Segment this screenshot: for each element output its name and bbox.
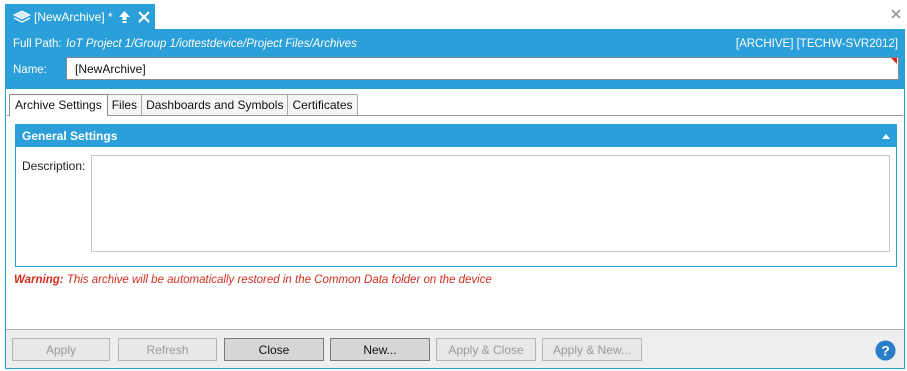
tab-title: [NewArchive] * [34, 9, 113, 24]
tab-dashboards-and-symbols[interactable]: Dashboards and Symbols [141, 94, 289, 115]
pin-up-icon[interactable] [118, 10, 131, 24]
document-tab[interactable]: [NewArchive] * [5, 4, 155, 29]
archive-settings-panel: General Settings Description: Warning: T… [7, 115, 903, 327]
warning-message: Warning: This archive will be automatica… [14, 274, 492, 286]
chevron-up-icon[interactable] [882, 133, 890, 139]
tab-archive-settings[interactable]: Archive Settings [9, 94, 108, 116]
apply-and-new-button[interactable]: Apply & New... [542, 338, 642, 361]
general-settings-group: General Settings Description: [15, 124, 897, 267]
layers-icon [13, 9, 31, 23]
apply-button[interactable]: Apply [12, 338, 110, 361]
full-path-value: IoT Project 1/Group 1/iottestdevice/Proj… [66, 38, 357, 50]
new-button[interactable]: New... [330, 338, 430, 361]
close-icon[interactable] [137, 10, 151, 24]
description-field[interactable] [91, 155, 890, 252]
archive-server-label: [ARCHIVE] [TECHW-SVR2012] [735, 38, 898, 50]
general-settings-header[interactable]: General Settings [16, 125, 896, 147]
refresh-button[interactable]: Refresh [118, 338, 217, 361]
description-label: Description: [22, 159, 86, 173]
close-button[interactable]: Close [224, 338, 324, 361]
apply-and-close-button[interactable]: Apply & Close [436, 338, 536, 361]
archive-editor: Full Path: IoT Project 1/Group 1/iottest… [5, 29, 905, 369]
help-icon[interactable]: ? [875, 340, 896, 361]
general-settings-title: General Settings [22, 129, 118, 143]
required-indicator [891, 58, 897, 64]
tab-certificates[interactable]: Certificates [287, 94, 358, 115]
button-bar: Apply Refresh Close New... Apply & Close… [6, 329, 904, 368]
svg-text:?: ? [881, 343, 890, 359]
tab-files[interactable]: Files [106, 94, 143, 115]
warning-label: Warning: [14, 274, 64, 286]
name-input[interactable] [66, 57, 899, 80]
tab-strip: Archive Settings Files Dashboards and Sy… [9, 94, 358, 116]
window-close-icon[interactable] [891, 9, 901, 19]
warning-text: This archive will be automatically resto… [63, 274, 492, 286]
name-label: Name: [13, 64, 47, 76]
header-panel: Full Path: IoT Project 1/Group 1/iottest… [6, 29, 904, 89]
full-path-label: Full Path: [13, 38, 62, 50]
